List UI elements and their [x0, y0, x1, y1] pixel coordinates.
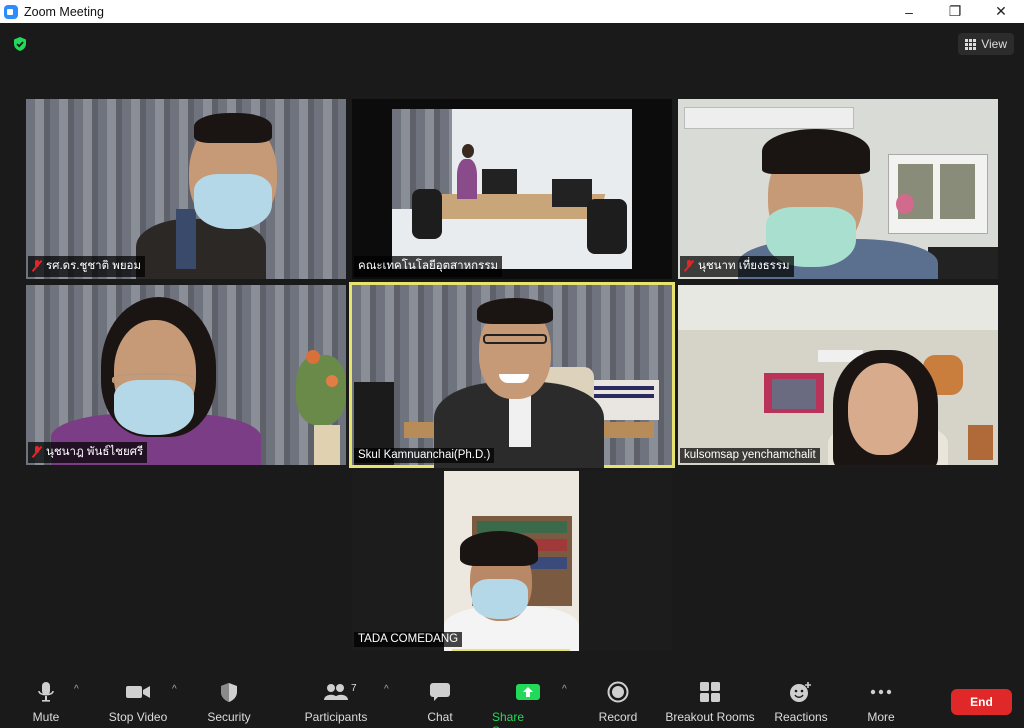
participants-options-caret[interactable]: ^	[384, 684, 389, 695]
window-controls: – ❐ ✕	[886, 0, 1024, 23]
mute-label: Mute	[32, 710, 60, 724]
participant-name: Skul Kamnuanchai(Ph.D.)	[358, 449, 491, 461]
breakout-rooms-label: Breakout Rooms	[665, 710, 755, 724]
security-button[interactable]: Security	[205, 680, 253, 724]
end-meeting-button[interactable]: End	[951, 689, 1012, 715]
share-screen-label: Share Screen	[492, 710, 530, 728]
zoom-app-icon	[4, 4, 18, 19]
share-screen-button[interactable]: Share Screen	[492, 680, 564, 728]
more-label: More	[867, 710, 895, 724]
record-button[interactable]: Record	[598, 680, 638, 724]
participant-nameplate: นุชนาฎ พันธ์ไชยศรี	[28, 442, 148, 463]
video-tile-active-speaker[interactable]: Skul Kamnuanchai(Ph.D.)	[349, 282, 675, 468]
breakout-rooms-icon	[700, 682, 720, 702]
participant-nameplate: คณะเทคโนโลยีอุตสาหกรรม	[354, 256, 503, 277]
participants-count: 7	[351, 683, 357, 694]
video-tile[interactable]: นุชนาฎ พันธ์ไชยศรี	[26, 285, 346, 465]
share-screen-icon	[516, 684, 540, 700]
more-button[interactable]: More	[864, 680, 898, 724]
chat-label: Chat	[427, 710, 453, 724]
record-label: Record	[598, 710, 638, 724]
mute-button[interactable]: Mute	[28, 680, 64, 724]
participant-nameplate: Skul Kamnuanchai(Ph.D.)	[354, 448, 495, 463]
reactions-icon	[790, 682, 811, 702]
view-label: View	[981, 37, 1007, 51]
record-icon	[607, 681, 629, 703]
breakout-rooms-button[interactable]: Breakout Rooms	[664, 680, 756, 724]
chat-button[interactable]: Chat	[424, 680, 456, 724]
window-title: Zoom Meeting	[24, 4, 104, 19]
meeting-toolbar: Mute ^ Stop Video ^ Security Participant…	[0, 672, 1024, 728]
muted-mic-icon	[684, 260, 694, 272]
audio-options-caret[interactable]: ^	[74, 684, 79, 695]
participant-nameplate: kulsomsap yenchamchalit	[680, 448, 820, 463]
video-tile[interactable]: คณะเทคโนโลยีอุตสาหกรรม	[352, 99, 672, 279]
participant-nameplate: นุชนาท เที่ยงธรรม	[680, 256, 794, 277]
stop-video-button[interactable]: Stop Video	[104, 680, 172, 724]
participant-nameplate: รศ.ดร.ชูชาติ พยอม	[28, 256, 146, 277]
muted-mic-icon	[32, 260, 42, 272]
share-options-caret[interactable]: ^	[562, 684, 567, 695]
muted-mic-icon	[32, 446, 42, 458]
security-shield-icon	[221, 682, 237, 702]
reactions-button[interactable]: Reactions	[772, 680, 830, 724]
video-camera-icon	[126, 686, 150, 698]
stop-video-label: Stop Video	[108, 710, 168, 724]
participant-name: นุชนาฎ พันธ์ไชยศรี	[46, 446, 144, 458]
window-titlebar: Zoom Meeting – ❐ ✕	[0, 0, 1024, 23]
video-tile[interactable]: รศ.ดร.ชูชาติ พยอม	[26, 99, 346, 279]
participants-icon	[324, 684, 348, 700]
participant-name: คณะเทคโนโลยีอุตสาหกรรม	[358, 260, 499, 272]
chat-icon	[430, 683, 450, 701]
participant-name: TADA COMEDANG	[358, 633, 459, 645]
participant-name: รศ.ดร.ชูชาติ พยอม	[46, 260, 142, 272]
close-button[interactable]: ✕	[978, 0, 1024, 23]
shield-icon[interactable]	[12, 36, 28, 52]
security-label: Security	[207, 710, 251, 724]
participant-name: kulsomsap yenchamchalit	[684, 449, 816, 461]
more-icon	[870, 689, 892, 695]
view-button[interactable]: View	[958, 33, 1014, 55]
minimize-button[interactable]: –	[886, 0, 932, 23]
video-tile[interactable]: นุชนาท เที่ยงธรรม	[678, 99, 998, 279]
maximize-button[interactable]: ❐	[932, 0, 978, 23]
participants-label: Participants	[304, 710, 368, 724]
video-options-caret[interactable]: ^	[172, 684, 177, 695]
participant-nameplate: TADA COMEDANG	[354, 632, 463, 647]
participants-button[interactable]: Participants	[302, 680, 370, 724]
reactions-label: Reactions	[774, 710, 828, 724]
microphone-icon	[38, 682, 54, 702]
grid-icon	[965, 38, 977, 50]
video-tile[interactable]: kulsomsap yenchamchalit	[678, 285, 998, 465]
participant-name: นุชนาท เที่ยงธรรม	[698, 260, 790, 272]
video-tile[interactable]: TADA COMEDANG	[352, 471, 672, 651]
